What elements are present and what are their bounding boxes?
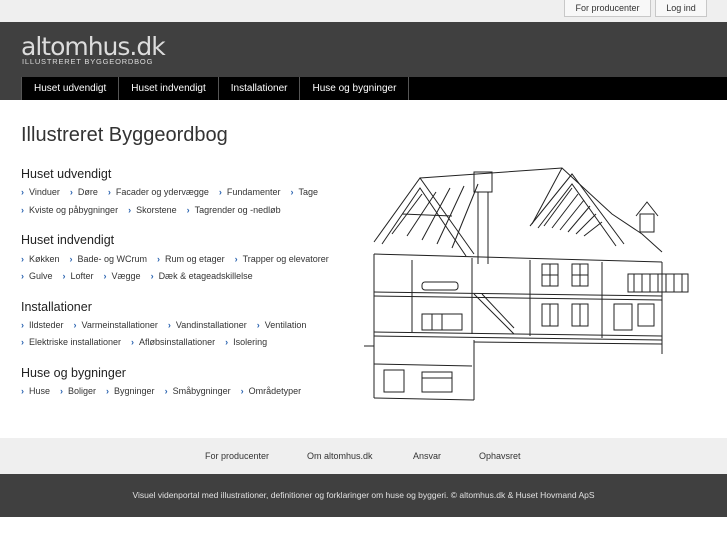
footer-link-copyright[interactable]: Ophavsret (479, 451, 521, 461)
section-heading[interactable]: Huset udvendigt (21, 167, 111, 181)
category-link[interactable]: Vægge (104, 271, 141, 281)
category-link[interactable]: Bade- og WCrum (70, 254, 148, 264)
category-link[interactable]: Skorstene (128, 205, 177, 215)
category-link[interactable]: Småbygninger (165, 386, 231, 396)
category-link[interactable]: Afløbsinstallationer (131, 337, 215, 347)
link-row: Vinduer Døre Facader og ydervægge Fundam… (21, 187, 328, 197)
category-link[interactable]: Dæk & etageadskillelse (151, 271, 253, 281)
category-link[interactable]: Huse (21, 386, 50, 396)
category-link[interactable]: Varmeinstallationer (74, 320, 158, 330)
site-logo-subtitle: ILLUSTRERET BYGGEORDBOG (22, 57, 154, 66)
for-producers-button[interactable]: For producenter (564, 0, 651, 17)
category-link[interactable]: Døre (70, 187, 98, 197)
house-cutaway-illustration[interactable] (362, 164, 692, 404)
category-link[interactable]: Facader og ydervægge (108, 187, 209, 197)
link-row: Kviste og påbygninger Skorstene Tagrende… (21, 205, 291, 215)
category-link[interactable]: Elektriske installationer (21, 337, 121, 347)
category-link[interactable]: Gulve (21, 271, 53, 281)
link-row: Elektriske installationer Afløbsinstalla… (21, 337, 277, 347)
section-heading[interactable]: Installationer (21, 300, 92, 314)
section-heading[interactable]: Huse og bygninger (21, 366, 126, 380)
section-heading[interactable]: Huset indvendigt (21, 233, 114, 247)
link-row: Køkken Bade- og WCrum Rum og etager Trap… (21, 254, 339, 264)
footer-copyright-text: Visuel videnportal med illustrationer, d… (132, 490, 595, 500)
category-link[interactable]: Fundamenter (219, 187, 281, 197)
link-row: Ildsteder Varmeinstallationer Vandinstal… (21, 320, 316, 330)
login-button[interactable]: Log ind (655, 0, 707, 17)
link-row: Gulve Lofter Vægge Dæk & etageadskillels… (21, 271, 263, 281)
category-link[interactable]: Trapper og elevatorer (235, 254, 329, 264)
category-link[interactable]: Boliger (60, 386, 96, 396)
link-row: Huse Boliger Bygninger Småbygninger Områ… (21, 386, 311, 396)
category-link[interactable]: Områdetyper (241, 386, 302, 396)
category-link[interactable]: Ventilation (257, 320, 307, 330)
site-header: altomhus.dk ILLUSTRERET BYGGEORDBOG (0, 22, 727, 77)
nav-item-huset-indvendigt[interactable]: Huset indvendigt (119, 77, 219, 100)
category-link[interactable]: Rum og etager (157, 254, 225, 264)
footer-links-bar: For producenter Om altomhus.dk Ansvar Op… (0, 438, 727, 474)
nav-item-huse-og-bygninger[interactable]: Huse og bygninger (300, 77, 410, 100)
nav-item-installationer[interactable]: Installationer (219, 77, 301, 100)
site-logo[interactable]: altomhus.dk (21, 34, 166, 59)
nav-item-huset-udvendigt[interactable]: Huset udvendigt (21, 77, 120, 100)
category-link[interactable]: Ildsteder (21, 320, 64, 330)
category-link[interactable]: Tagrender og -nedløb (187, 205, 281, 215)
category-link[interactable]: Kviste og påbygninger (21, 205, 118, 215)
site-footer: Visuel videnportal med illustrationer, d… (0, 474, 727, 517)
main-navigation: Huset udvendigt Huset indvendigt Install… (0, 77, 727, 100)
footer-link-about[interactable]: Om altomhus.dk (307, 451, 373, 461)
category-link[interactable]: Tage (290, 187, 318, 197)
page-title: Illustreret Byggeordbog (21, 124, 228, 146)
footer-link-responsibility[interactable]: Ansvar (413, 451, 441, 461)
footer-link-producers[interactable]: For producenter (205, 451, 269, 461)
category-link[interactable]: Vandinstallationer (168, 320, 247, 330)
category-link[interactable]: Køkken (21, 254, 60, 264)
top-utility-bar: For producenter Log ind (0, 0, 727, 22)
category-link[interactable]: Isolering (225, 337, 267, 347)
category-link[interactable]: Vinduer (21, 187, 60, 197)
category-link[interactable]: Lofter (63, 271, 94, 281)
category-link[interactable]: Bygninger (106, 386, 155, 396)
